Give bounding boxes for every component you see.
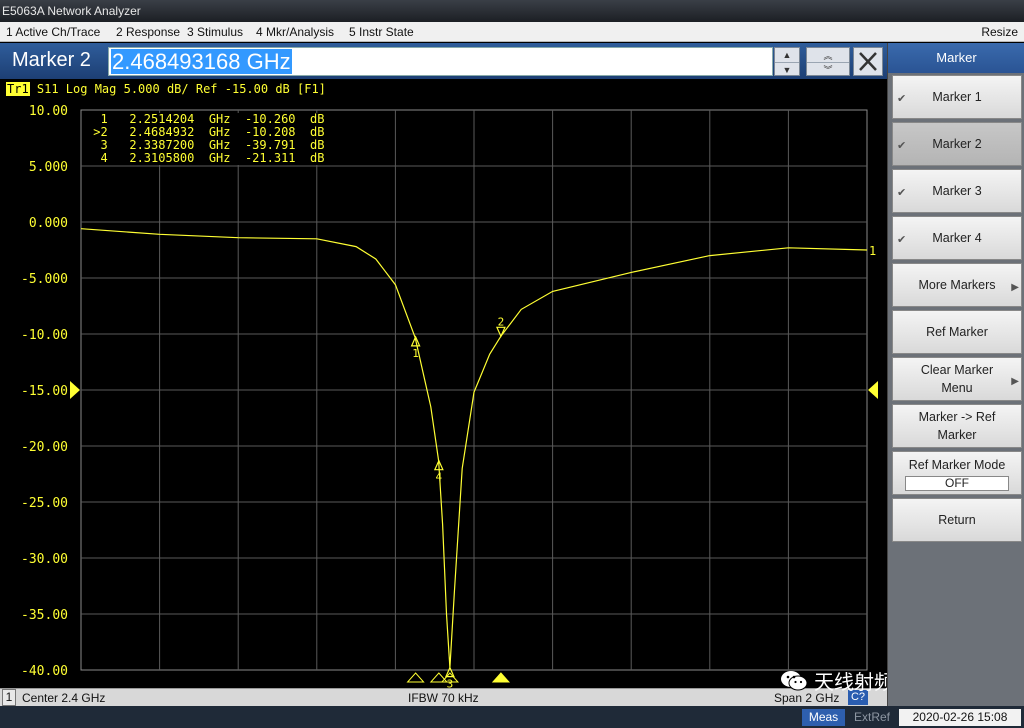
marker-label: 4 [436,471,443,484]
marker-label: 3 [447,678,454,688]
softkey-clear-marker-menu[interactable]: Clear Marker Menu ▶ [892,357,1022,401]
window-title: E5063A Network Analyzer [2,4,141,18]
menu-mkr-analysis[interactable]: 4 Mkr/Analysis [256,22,334,42]
softkey-marker-to-ref-marker[interactable]: Marker -> Ref Marker [892,404,1022,448]
softkey-label: Marker -> Ref Marker [918,410,996,442]
y-tick-label: -10.00 [21,328,68,343]
trace-settings: S11 Log Mag 5.000 dB/ Ref -15.00 dB [F1] [29,82,326,96]
y-tick-label: 5.000 [29,160,68,175]
check-icon: ✔ [897,93,907,105]
ifbw-readout: IFBW 70 kHz [408,691,479,705]
ref-level-right-arrow-icon [868,381,878,399]
close-entry-button[interactable] [853,47,883,76]
menu-bar: 1 Active Ch/Trace 2 Response 3 Stimulus … [0,22,1024,42]
close-icon [859,52,877,71]
marker-position-indicator [429,672,448,683]
trace-end-label: 1 [869,244,876,258]
check-icon: ✔ [897,187,907,199]
y-tick-label: 0.000 [29,216,68,231]
marker-label: 2 [498,315,505,328]
softkey-label: Marker 2 [932,137,982,151]
softkey-marker-4[interactable]: ✔ Marker 4 [892,216,1022,260]
double-up-icon[interactable]: ︽ [807,48,849,62]
step-up-icon[interactable]: ▲ [775,48,799,62]
softkey-panel: Marker ✔ Marker 1 ✔ Marker 2 ✔ Marker 3 … [887,43,1024,706]
trace-id[interactable]: Tr1 [6,82,30,96]
marker-frequency-value: 2.468493168 GHz [111,49,292,74]
meas-indicator: Meas [802,709,845,726]
y-tick-label: -30.00 [21,552,68,567]
softkey-label: Marker 3 [932,184,982,198]
menu-resize[interactable]: Resize [981,22,1018,42]
entry-bar: Marker 2 2.468493168 GHz ▲ ▼ ︽ ︾ [0,43,887,79]
entry-label: Marker 2 [12,49,91,71]
instrument-status-bar: Meas ExtRef 2020-02-26 15:08 [0,706,1024,728]
wechat-logo-icon [781,670,808,690]
center-frequency: Center 2.4 GHz [22,691,106,705]
softkey-marker-3[interactable]: ✔ Marker 3 [892,169,1022,213]
y-tick-label: 10.00 [29,104,68,119]
window-titlebar: E5063A Network Analyzer [0,0,1024,22]
trace-header: Tr1 S11 Log Mag 5.000 dB/ Ref -15.00 dB … [6,82,326,96]
softkey-ref-marker[interactable]: Ref Marker [892,310,1022,354]
submenu-arrow-icon: ▶ [1011,282,1019,293]
softkey-marker-1[interactable]: ✔ Marker 1 [892,75,1022,119]
softkey-more-markers[interactable]: More Markers ▶ [892,263,1022,307]
softkey-ref-marker-mode[interactable]: Ref Marker Mode OFF [892,451,1022,495]
y-tick-label: -35.00 [21,608,68,623]
fine-step-spinner[interactable]: ▲ ▼ [774,47,800,76]
coarse-step-spinner[interactable]: ︽ ︾ [806,47,850,76]
marker-label: 1 [412,347,419,360]
menu-response[interactable]: 2 Response [116,22,180,42]
softkey-label: Return [938,513,976,527]
menu-active-ch-trace[interactable]: 1 Active Ch/Trace [6,22,100,42]
trace-display[interactable]: 10.00 5.000 0.000 -5.000 -10.00 -15.00 -20.00 -… [0,80,887,688]
y-tick-label: -20.00 [21,440,68,455]
marker-frequency-input[interactable]: 2.468493168 GHz [108,47,773,76]
menu-stimulus[interactable]: 3 Stimulus [187,22,243,42]
y-tick-label: -15.00 [21,384,68,399]
menu-instr-state[interactable]: 5 Instr State [349,22,414,42]
chart-canvas: 10.00 5.000 0.000 -5.000 -10.00 -15.00 -20.00 -… [21,104,878,688]
check-icon: ✔ [897,234,907,246]
check-icon: ✔ [897,140,907,152]
y-tick-label: -25.00 [21,496,68,511]
softkey-label: More Markers [918,278,996,292]
softkey-marker-2[interactable]: ✔ Marker 2 [892,122,1022,166]
softkey-label: Clear Marker Menu [920,363,994,395]
softkey-label: Ref Marker [926,325,988,339]
ref-level-left-arrow-icon [70,381,80,399]
marker-triangle [444,666,455,678]
marker-readout-row: 4 2.3105800 GHz -21.311 dB [86,151,325,165]
softkey-label: Marker 1 [932,90,982,104]
softkey-menu-title: Marker [888,43,1024,73]
marker-position-indicator [406,672,425,683]
marker-readout-table: 1 2.2514204 GHz -10.260 dB >2 2.4684932 … [86,113,325,165]
channel-status-bar: 1 Center 2.4 GHz IFBW 70 kHz Span 2 GHz … [0,688,887,706]
submenu-arrow-icon: ▶ [1011,376,1019,387]
softkey-label: Marker 4 [932,231,982,245]
softkey-return[interactable]: Return [892,498,1022,542]
double-down-icon[interactable]: ︾ [807,62,849,76]
extref-indicator: ExtRef [853,710,890,724]
channel-number[interactable]: 1 [2,689,16,706]
y-tick-label: -40.00 [21,664,68,679]
softkey-label: Ref Marker Mode [908,457,1006,472]
ref-marker-mode-value: OFF [905,475,1009,491]
y-tick-label: -5.000 [21,272,68,287]
marker-position-indicator [491,672,511,683]
step-down-icon[interactable]: ▼ [775,62,799,76]
date-time: 2020-02-26 15:08 [899,709,1021,726]
